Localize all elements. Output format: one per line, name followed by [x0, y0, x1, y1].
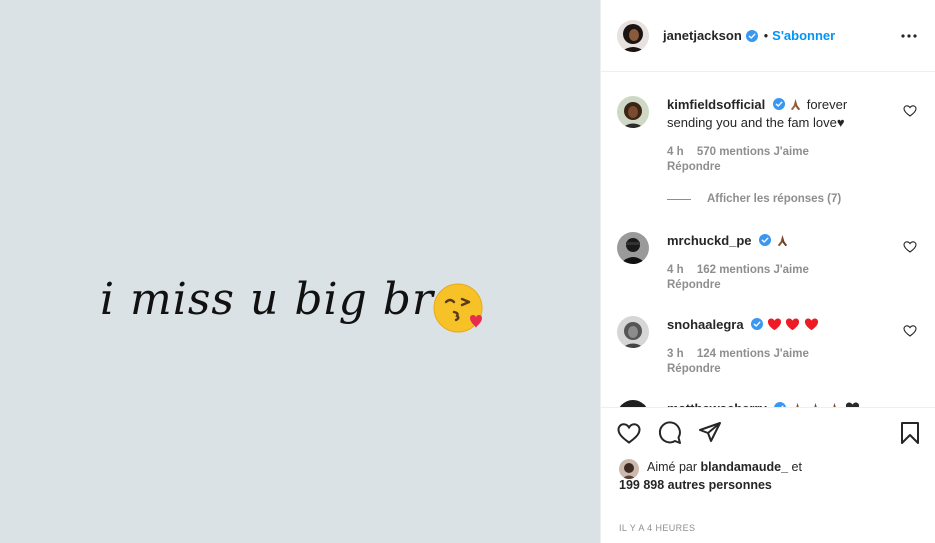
commenter-avatar[interactable]	[617, 400, 649, 407]
commenter-avatar[interactable]	[617, 96, 649, 128]
verified-badge-icon	[759, 234, 772, 246]
follow-button[interactable]: S'abonner	[772, 28, 835, 43]
author-username[interactable]: janetjackson	[663, 28, 742, 43]
post-image[interactable]: i miss u big bro	[0, 0, 600, 543]
post-side-panel: janetjackson • S'abonner kimfieldsoffici…	[600, 0, 935, 543]
header-separator: •	[763, 28, 769, 43]
instagram-post: i miss u big bro janetjackson • S'abonne…	[0, 0, 935, 543]
commenter-username[interactable]: mrchuckd_pe	[667, 233, 752, 248]
liked-by-and: et	[791, 460, 802, 474]
praying-hands-emoji	[791, 98, 801, 111]
share-paper-plane-icon[interactable]	[697, 420, 723, 446]
comment-icon[interactable]	[657, 420, 683, 446]
comments-list[interactable]: kimfieldsofficial forever sending you an…	[601, 72, 935, 407]
likes-others-count[interactable]: 199 898 autres personnes	[619, 478, 772, 492]
commenter-username[interactable]: snohaalegra	[667, 317, 744, 332]
view-replies-button[interactable]: Afficher les réponses (7)	[667, 193, 841, 205]
comment-item: matthewacherry	[617, 400, 917, 407]
praying-hands-emoji	[777, 234, 787, 247]
post-timestamp[interactable]: IL Y A 4 HEURES	[619, 523, 695, 533]
reply-button[interactable]: Répondre	[667, 279, 721, 291]
like-comment-heart-icon[interactable]	[903, 104, 917, 118]
comment-item: snohaalegra 3 h 124 mentions J'aime Répo…	[617, 316, 917, 386]
comment-likes-count[interactable]: 570 mentions J'aime	[697, 146, 809, 158]
view-replies-label: Afficher les réponses (7)	[707, 193, 842, 205]
reply-button[interactable]: Répondre	[667, 161, 721, 173]
commenter-avatar[interactable]	[617, 316, 649, 348]
post-time-wrap: IL Y A 4 HEURES	[601, 505, 935, 543]
comment-body: kimfieldsofficial forever sending you an…	[667, 96, 877, 132]
post-header: janetjackson • S'abonner	[601, 0, 935, 72]
comment-likes-count[interactable]: 124 mentions J'aime	[697, 348, 809, 360]
comment-meta: 3 h 124 mentions J'aime	[667, 348, 819, 360]
reply-button[interactable]: Répondre	[667, 363, 721, 375]
like-comment-heart-icon[interactable]	[903, 240, 917, 254]
post-image-caption: i miss u big bro	[100, 274, 462, 325]
comment-time: 4 h	[667, 146, 684, 158]
save-bookmark-icon[interactable]	[897, 420, 923, 446]
red-heart-emoji	[804, 318, 818, 331]
comment-meta: 4 h 162 mentions J'aime	[667, 264, 819, 276]
verified-badge-icon	[751, 318, 764, 330]
like-heart-icon[interactable]	[616, 420, 642, 446]
verified-badge-icon	[745, 29, 758, 42]
comment-body: mrchuckd_pe	[667, 232, 877, 250]
likes-summary: Aimé par blandamaude_ et 199 898 autres …	[601, 455, 935, 505]
view-replies-line	[667, 198, 691, 200]
verified-badge-icon	[772, 98, 785, 110]
red-heart-emoji	[785, 318, 800, 331]
comment-time: 4 h	[667, 264, 684, 276]
post-actions-bar	[601, 407, 935, 455]
like-comment-heart-icon[interactable]	[903, 324, 917, 338]
comment-time: 3 h	[667, 348, 684, 360]
comment-likes-count[interactable]: 162 mentions J'aime	[697, 264, 809, 276]
liked-by-prefix: Aimé par	[647, 460, 698, 474]
comment-item: mrchuckd_pe 4 h 162 mentions J'aime Répo…	[617, 232, 917, 302]
commenter-avatar[interactable]	[617, 232, 649, 264]
red-heart-emoji	[767, 318, 781, 331]
comment-body: snohaalegra	[667, 316, 877, 334]
author-avatar[interactable]	[617, 19, 649, 52]
more-options-icon[interactable]	[899, 26, 919, 46]
liker-avatar[interactable]	[619, 459, 639, 479]
liked-by-line: Aimé par blandamaude_ et	[647, 460, 802, 474]
kissing-heart-emoji	[433, 283, 483, 333]
comment-meta: 4 h 570 mentions J'aime	[667, 146, 819, 158]
comment-body: matthewacherry	[667, 400, 877, 407]
commenter-username[interactable]: kimfieldsofficial	[667, 97, 765, 112]
liked-by-user[interactable]: blandamaude_	[701, 460, 789, 474]
